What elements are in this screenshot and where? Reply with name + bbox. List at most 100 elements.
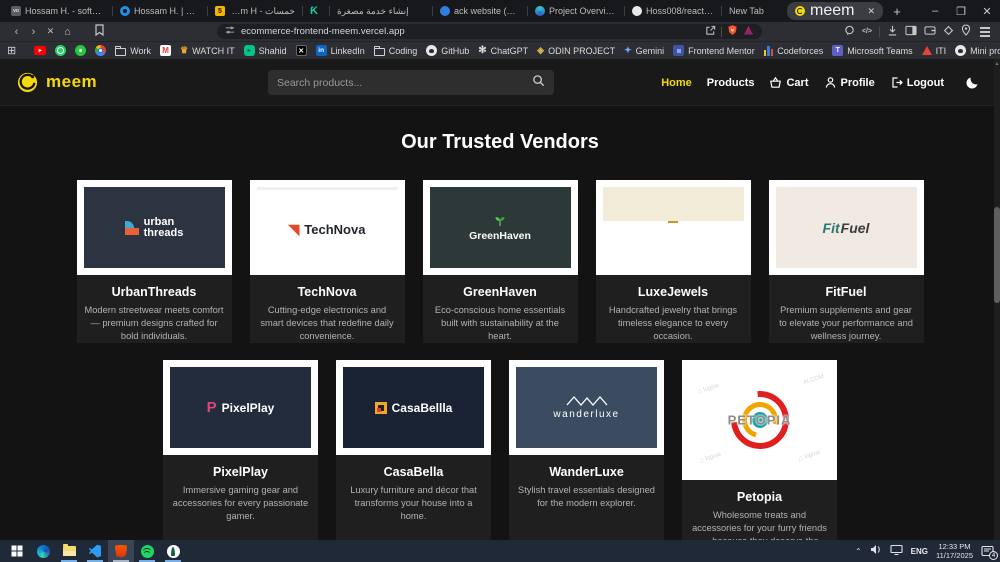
site-settings-icon[interactable] [225, 25, 235, 38]
tab-create-service[interactable]: إنشاء خدمة مصغرة [330, 0, 432, 22]
taskbar-file-explorer[interactable] [56, 540, 82, 562]
bookmark-youtube[interactable]: ▸ [34, 46, 47, 55]
tab-khamsat[interactable]: 5 خمسات - Hossam H. [208, 0, 302, 22]
wallet-icon[interactable] [924, 23, 936, 41]
nav-products[interactable]: Products [707, 77, 755, 89]
back-button[interactable]: ‹ [8, 26, 25, 38]
vendor-name: GreenHaven [463, 285, 537, 299]
downloads-icon[interactable] [887, 23, 898, 41]
site-logo[interactable]: meem [16, 71, 97, 94]
bookmark-frontend-mentor[interactable]: Frontend Mentor [673, 45, 755, 56]
search-input[interactable] [277, 76, 532, 89]
nav-profile[interactable]: Profile [824, 76, 875, 89]
logout-icon [892, 77, 903, 88]
casabella-logo-icon [374, 401, 387, 414]
nav-cart[interactable]: Cart [769, 76, 809, 89]
scrollbar-thumb[interactable] [994, 207, 1000, 303]
screen: vo Hossam H. - software dev Hossam H. | … [0, 0, 1000, 562]
bookmark-label: ITI [935, 45, 947, 56]
bookmark-green-site[interactable] [75, 45, 87, 56]
window-minimize-button[interactable]: – [922, 5, 948, 17]
search-bar[interactable] [268, 70, 554, 95]
bookmark-whatsapp[interactable] [55, 45, 67, 56]
bookmark-x[interactable]: ✕ [295, 45, 307, 56]
bookmark-linkedin[interactable]: in LinkedIn [315, 45, 365, 56]
sidebar-icon[interactable] [905, 23, 917, 41]
tab-github-repo[interactable]: Hoss008/react-ecommerc [625, 0, 721, 22]
location-pin-icon[interactable] [961, 23, 971, 41]
vendor-name: LuxeJewels [637, 285, 709, 299]
tab-close-icon[interactable]: ✕ [867, 6, 875, 17]
rewards-diamond-icon[interactable] [943, 23, 954, 41]
edge-icon [36, 544, 50, 558]
logo-text: threads [143, 226, 184, 239]
bookmark-chrome[interactable] [95, 45, 107, 56]
bookmark-codeforces[interactable]: Codeforces [763, 45, 823, 56]
bookmark-github[interactable]: GitHub [426, 45, 469, 56]
bookmark-mini-projects[interactable]: Mini projects [955, 45, 1000, 56]
stop-button[interactable]: ✕ [42, 26, 59, 37]
page-scrollbar[interactable]: ▲ [994, 59, 1000, 541]
bookmark-odin-project[interactable]: ◈ ODIN PROJECT [537, 45, 615, 56]
x-icon: ✕ [295, 45, 307, 56]
forward-button[interactable]: › [25, 26, 42, 38]
tab-dev-site[interactable]: vo Hossam H. - software dev [4, 0, 112, 22]
bookmark-teams[interactable]: T Microsoft Teams [832, 45, 913, 56]
bookmark-gmail[interactable]: M [160, 45, 172, 56]
address-bar[interactable]: ecommerce-frontend-meem.vercel.app [217, 24, 762, 39]
nav-home[interactable]: Home [661, 77, 692, 89]
share-icon[interactable] [705, 25, 716, 39]
iti-icon [921, 46, 932, 55]
taskbar-brave[interactable] [108, 540, 134, 562]
tab-title: Hossam H. - software dev [25, 6, 105, 16]
page-title: Our Trusted Vendors [401, 131, 599, 153]
tab-meem-active[interactable]: meem ✕ [787, 2, 883, 20]
tab-new-tab[interactable]: New Tab [722, 0, 774, 22]
brave-rewards-icon[interactable] [743, 25, 754, 39]
search-icon[interactable] [532, 74, 545, 92]
scrollbar-up-arrow[interactable]: ▲ [994, 61, 1000, 67]
taskbar-mongodb[interactable] [160, 540, 186, 562]
brave-shield-icon[interactable] [727, 24, 738, 39]
tab-project-overview[interactable]: Project Overview | Cloudi [528, 0, 624, 22]
taskbar-edge[interactable] [30, 540, 56, 562]
ai-chat-extension-icon[interactable] [844, 23, 855, 41]
bookmark-watchit[interactable]: ♛ WATCH IT [180, 45, 235, 56]
apps-grid-icon[interactable]: ⊞ [7, 44, 16, 57]
vendor-description: Eco-conscious home essentials built with… [434, 305, 566, 342]
vendors-row-1: urban threads UrbanThreads Modern streetw… [0, 180, 1000, 343]
start-button[interactable] [4, 540, 30, 562]
notification-center-button[interactable]: 4 [981, 545, 998, 560]
new-tab-button[interactable]: + [886, 4, 908, 19]
github-icon [955, 45, 967, 56]
taskbar-clock[interactable]: 12:33 PM 11/17/2025 [936, 542, 973, 561]
bookmark-icon[interactable] [94, 23, 105, 41]
taskbar-spotify[interactable] [134, 540, 160, 562]
tab-edit-work[interactable]: ack website تعديل عمل (1) [433, 0, 527, 22]
tab-k-site[interactable]: Ƙ [303, 0, 329, 22]
window-close-button[interactable]: ✕ [974, 5, 1000, 18]
mostaql-favicon-icon [120, 6, 130, 16]
window-maximize-button[interactable]: ❐ [948, 5, 974, 18]
site-nav: Home Products Cart Profile Logout [661, 59, 980, 106]
mongodb-icon [166, 544, 180, 558]
tray-expand-chevron[interactable]: ⌃ [855, 547, 862, 556]
bookmark-shahid[interactable]: ▸ Shahid [243, 45, 287, 56]
taskbar-vscode[interactable] [82, 540, 108, 562]
home-button[interactable]: ⌂ [59, 26, 76, 38]
code-extension-icon[interactable]: </> [862, 28, 872, 35]
bookmark-folder-coding[interactable]: Coding [373, 45, 417, 56]
network-icon[interactable] [890, 542, 903, 560]
volume-icon[interactable] [870, 542, 882, 560]
tab-title: خمسات - Hossam H. [229, 5, 295, 16]
bookmark-gemini[interactable]: ✦ Gemini [624, 45, 664, 56]
bookmark-chatgpt[interactable]: ✻ ChatGPT [478, 45, 528, 56]
nav-logout[interactable]: Logout [890, 76, 944, 89]
menu-icon[interactable] [980, 30, 990, 33]
theme-toggle-button[interactable] [965, 75, 980, 90]
tab-mostaql[interactable]: Hossam H. | مستقل [113, 0, 207, 22]
bookmark-iti[interactable]: ITI [921, 45, 947, 56]
language-indicator[interactable]: ENG [911, 547, 928, 556]
bookmark-folder-work[interactable]: Work [115, 45, 151, 56]
teams-icon: T [832, 45, 844, 56]
